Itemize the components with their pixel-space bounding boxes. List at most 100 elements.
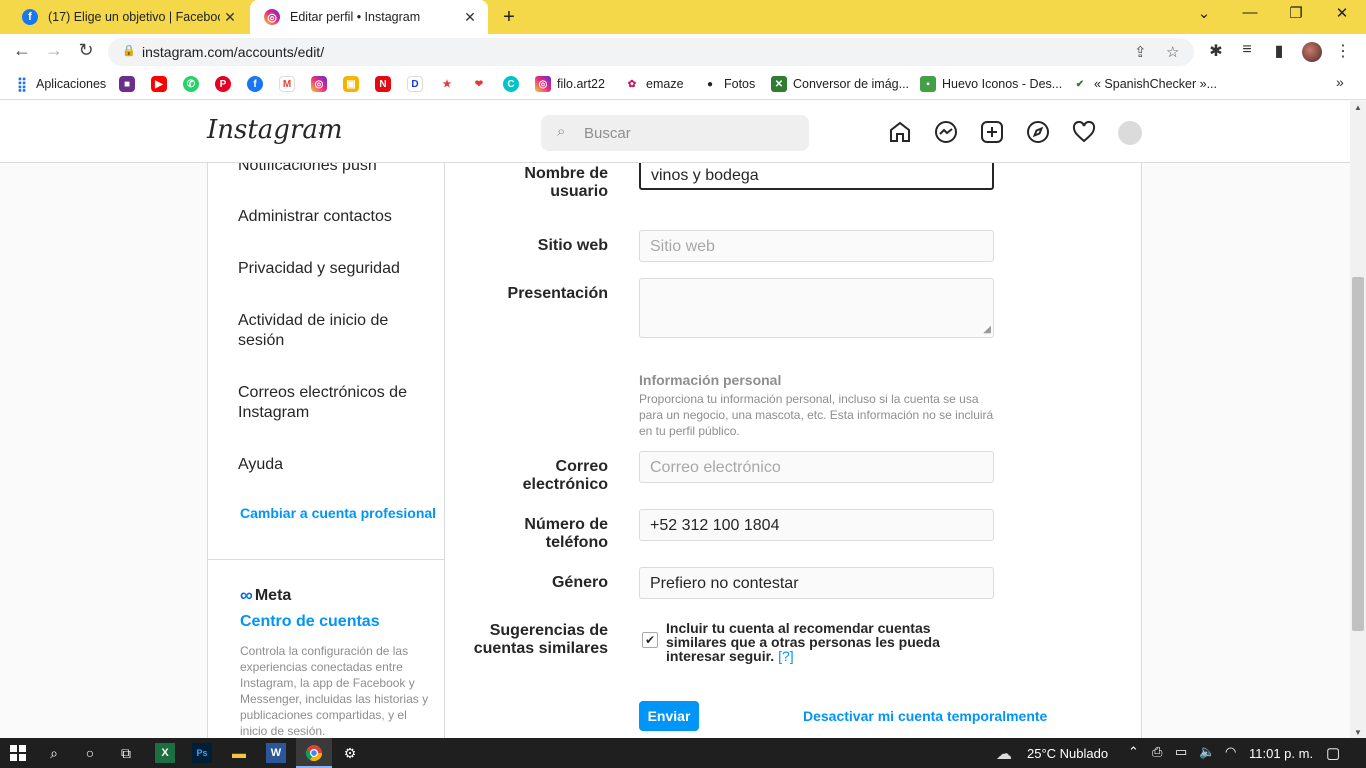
bookmark-apps[interactable]: ⣿ Aplicaciones [14, 76, 106, 92]
url-text[interactable]: instagram.com/accounts/edit/ [142, 44, 324, 60]
new-post-icon[interactable] [978, 118, 1006, 146]
tab-facebook[interactable]: f (17) Elige un objetivo | Facebook ✕ [8, 0, 248, 34]
windows-start-icon[interactable] [8, 743, 28, 763]
reload-icon[interactable]: ↻ [74, 40, 98, 61]
share-icon[interactable]: ⇪ [1134, 43, 1147, 61]
sidebar-item-emails[interactable]: Correos electrónicos de Instagram [238, 383, 428, 423]
weather-text[interactable]: 25°C Nublado [1027, 746, 1108, 761]
lock-icon[interactable]: 🔒 [122, 44, 136, 57]
sidebar-item-contacts[interactable]: Administrar contactos [238, 207, 428, 227]
instagram-icon: ◎ [535, 76, 551, 92]
classroom-icon[interactable]: ▣ [343, 76, 359, 92]
bookmark-label: « SpanishChecker »... [1094, 77, 1217, 91]
cloud-weather-icon[interactable]: ☁ [996, 744, 1012, 764]
heart-app-icon[interactable]: ❤ [471, 76, 487, 92]
scrollbar-thumb[interactable] [1352, 277, 1364, 631]
activity-heart-icon[interactable] [1070, 118, 1098, 146]
forward-icon[interactable]: → [42, 40, 66, 61]
search-icon[interactable]: ⌕ [44, 743, 64, 763]
accounts-center-link[interactable]: Centro de cuentas [240, 613, 380, 631]
file-explorer-icon[interactable]: ▬ [229, 743, 249, 763]
minimize-button[interactable]: — [1230, 4, 1270, 21]
search-placeholder: Buscar [584, 125, 631, 142]
bookmark-filo-art22[interactable]: ◎ filo.art22 [535, 76, 605, 92]
phone-input[interactable]: +52 312 100 1804 [639, 509, 994, 541]
email-input[interactable]: Correo electrónico [639, 451, 994, 483]
tab-title: (17) Elige un objetivo | Facebook [48, 10, 220, 24]
resize-handle-icon[interactable]: ◢ [983, 324, 991, 335]
scroll-up-icon[interactable]: ▲ [1350, 103, 1366, 112]
settings-gear-icon[interactable]: ⚙ [340, 743, 360, 763]
sidebar-item-help[interactable]: Ayuda [238, 455, 428, 475]
gender-select[interactable]: Prefiero no contestar [639, 567, 994, 599]
extensions-puzzle-icon[interactable]: ✱ [1205, 41, 1227, 61]
suggestions-checkbox[interactable]: ✔ [642, 632, 658, 648]
tab-instagram[interactable]: ◎ Editar perfil • Instagram ✕ [250, 0, 488, 34]
bookmark-spanishchecker[interactable]: ✔ « SpanishChecker »... [1072, 76, 1217, 92]
explore-compass-icon[interactable] [1024, 118, 1052, 146]
bookmark-huevo-iconos[interactable]: ▪ Huevo Iconos - Des... [920, 76, 1062, 92]
sidebar-item-login-activity[interactable]: Actividad de inicio de sesión [238, 311, 428, 351]
bookmarks-overflow-icon[interactable]: » [1336, 74, 1344, 90]
menu-kebab-icon[interactable]: ⋮ [1332, 41, 1354, 61]
meet-now-icon[interactable]: ⎙ [1152, 744, 1162, 760]
photoshop-icon[interactable]: Ps [192, 743, 212, 763]
youtube-icon[interactable]: ▶ [151, 76, 167, 92]
notifications-icon[interactable]: ▢ [1326, 744, 1340, 762]
whatsapp-icon[interactable]: ✆ [183, 76, 199, 92]
excel-icon[interactable]: X [155, 743, 175, 763]
bookmark-app-icon[interactable]: ■ [119, 76, 135, 92]
back-icon[interactable]: ← [10, 40, 34, 61]
tray-chevron-up-icon[interactable]: ⌃ [1128, 744, 1139, 760]
bookmark-star-icon[interactable]: ☆ [1166, 43, 1179, 61]
suggestions-description: Incluir tu cuenta al recomendar cuentas … [666, 620, 940, 664]
volume-icon[interactable]: 🔈 [1199, 744, 1215, 760]
bookmark-label: Huevo Iconos - Des... [942, 77, 1063, 91]
pinterest-icon[interactable]: P [215, 76, 231, 92]
netflix-icon[interactable]: N [375, 76, 391, 92]
switch-professional-link[interactable]: Cambiar a cuenta profesional [240, 505, 436, 521]
disney-icon[interactable]: D [407, 76, 423, 92]
gmail-icon[interactable]: M [279, 76, 295, 92]
suggestions-help-link[interactable]: [?] [778, 648, 794, 664]
home-icon[interactable] [886, 118, 914, 146]
close-window-button[interactable]: ✕ [1322, 4, 1362, 22]
profile-avatar-icon[interactable] [1302, 42, 1322, 62]
profile-avatar[interactable] [1118, 121, 1142, 145]
bio-textarea[interactable]: ◢ [639, 278, 994, 338]
close-tab-icon[interactable]: ✕ [460, 9, 480, 26]
star-icon[interactable]: ★ [439, 76, 455, 92]
search-input[interactable]: ⌕ Buscar [541, 115, 809, 151]
task-view-icon[interactable]: ⧉ [116, 743, 136, 763]
bookmark-conversor[interactable]: ✕ Conversor de imág... [771, 76, 909, 92]
bookmark-fotos[interactable]: ● Fotos [702, 76, 755, 92]
cortana-icon[interactable]: ○ [80, 743, 100, 763]
username-input[interactable]: vinos y bodega [639, 163, 994, 190]
media-queue-icon[interactable]: ≡ [1236, 41, 1258, 59]
sidebar-item-push-notifications[interactable]: Notificaciones push [238, 163, 428, 176]
clock-time[interactable]: 11:01 p. m. [1249, 746, 1313, 761]
chevron-down-icon[interactable]: ⌄ [316, 124, 326, 138]
bookmark-label: Fotos [724, 77, 756, 91]
scroll-down-icon[interactable]: ▼ [1350, 728, 1366, 737]
sidebar-item-privacy[interactable]: Privacidad y seguridad [238, 259, 428, 279]
chrome-icon[interactable] [304, 743, 324, 763]
deactivate-account-link[interactable]: Desactivar mi cuenta temporalmente [803, 708, 1047, 724]
website-input[interactable]: Sitio web [639, 230, 994, 262]
battery-icon[interactable]: ▭ [1175, 744, 1187, 760]
word-icon[interactable]: W [266, 743, 286, 763]
facebook-icon[interactable]: f [247, 76, 263, 92]
restore-button[interactable]: ❐ [1276, 4, 1316, 22]
page-scrollbar[interactable]: ▲ ▼ [1350, 101, 1366, 739]
messenger-icon[interactable] [932, 118, 960, 146]
side-panel-icon[interactable]: ▮ [1268, 41, 1290, 61]
wifi-icon[interactable]: ◠ [1225, 744, 1236, 760]
instagram-icon[interactable]: ◎ [311, 76, 327, 92]
bookmark-emaze[interactable]: ✿ emaze [624, 76, 684, 92]
canva-icon[interactable]: C [503, 76, 519, 92]
close-tab-icon[interactable]: ✕ [220, 9, 240, 26]
new-tab-button[interactable]: + [498, 6, 520, 29]
submit-button[interactable]: Enviar [639, 701, 699, 731]
tab-search-icon[interactable]: ⌄ [1184, 4, 1224, 22]
address-bar[interactable]: 🔒 instagram.com/accounts/edit/ ⇪ ☆ [108, 38, 1194, 66]
